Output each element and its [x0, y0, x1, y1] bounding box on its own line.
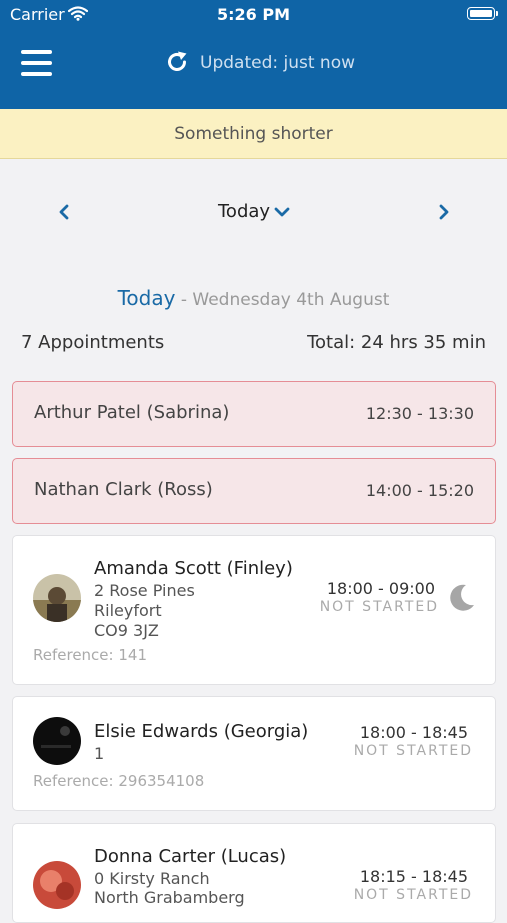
- date-today-label: Today: [117, 286, 176, 310]
- updated-label: Updated: just now: [200, 53, 355, 73]
- battery-icon: [467, 7, 498, 20]
- reference-label: Reference: 296354108: [33, 772, 205, 790]
- appointment-count: 7 Appointments: [21, 332, 165, 353]
- status-time: 5:26 PM: [216, 5, 290, 24]
- client-name: Nathan Clark (Ross): [34, 479, 213, 500]
- appointment-card[interactable]: Amanda Scott (Finley) 2 Rose Pines Riley…: [12, 535, 496, 685]
- appointment-card[interactable]: Elsie Edwards (Georgia) 1 Reference: 296…: [12, 696, 496, 811]
- status-badge: NOT STARTED: [353, 743, 473, 759]
- appointment-card[interactable]: Donna Carter (Lucas) 0 Kirsty Ranch Nort…: [12, 823, 496, 923]
- chevron-right-icon: [439, 204, 449, 220]
- date-full-label: - Wednesday 4th August: [175, 290, 390, 310]
- alert-appointment-card[interactable]: Nathan Clark (Ross) 14:00 - 15:20: [12, 458, 496, 524]
- client-name: Arthur Patel (Sabrina): [34, 402, 230, 423]
- client-name: Elsie Edwards (Georgia): [94, 721, 309, 742]
- address-line: 1: [94, 744, 105, 763]
- appointment-time: 18:00 - 09:00: [326, 579, 435, 598]
- next-day-button[interactable]: [432, 200, 456, 224]
- menu-icon[interactable]: [21, 50, 52, 76]
- app-header: Carrier 5:26 PM Updated: just now: [0, 0, 507, 109]
- appointment-total: Total: 24 hrs 35 min: [307, 332, 486, 353]
- address-line: CO9 3JZ: [94, 621, 159, 640]
- day-selector[interactable]: Today: [218, 201, 290, 222]
- avatar: [33, 717, 81, 765]
- alert-appointment-card[interactable]: Arthur Patel (Sabrina) 12:30 - 13:30: [12, 381, 496, 447]
- address-line: 2 Rose Pines: [94, 581, 195, 600]
- appointment-time: 14:00 - 15:20: [365, 481, 474, 500]
- day-selector-label: Today: [218, 201, 271, 222]
- status-bar: Carrier 5:26 PM: [0, 0, 507, 30]
- client-name: Donna Carter (Lucas): [94, 846, 287, 867]
- reference-label: Reference: 141: [33, 646, 147, 664]
- address-line: 0 Kirsty Ranch: [94, 869, 210, 888]
- appointment-time: 12:30 - 13:30: [365, 404, 474, 423]
- date-heading: Today - Wednesday 4th August: [0, 286, 507, 310]
- chevron-down-icon: [274, 207, 290, 217]
- previous-day-button[interactable]: [52, 200, 76, 224]
- status-badge: NOT STARTED: [353, 887, 473, 903]
- avatar: [33, 574, 81, 622]
- avatar: [33, 861, 81, 909]
- address-line: Rileyfort: [94, 601, 162, 620]
- appointment-time: 18:15 - 18:45: [359, 867, 468, 886]
- status-badge: NOT STARTED: [319, 599, 439, 615]
- refresh-icon[interactable]: [165, 50, 189, 78]
- appointment-time: 18:00 - 18:45: [359, 723, 468, 742]
- address-line: North Grabamberg: [94, 888, 245, 907]
- chevron-left-icon: [59, 204, 69, 220]
- client-name: Amanda Scott (Finley): [94, 558, 293, 579]
- moon-icon: [449, 584, 475, 616]
- notice-banner: Something shorter: [0, 109, 507, 159]
